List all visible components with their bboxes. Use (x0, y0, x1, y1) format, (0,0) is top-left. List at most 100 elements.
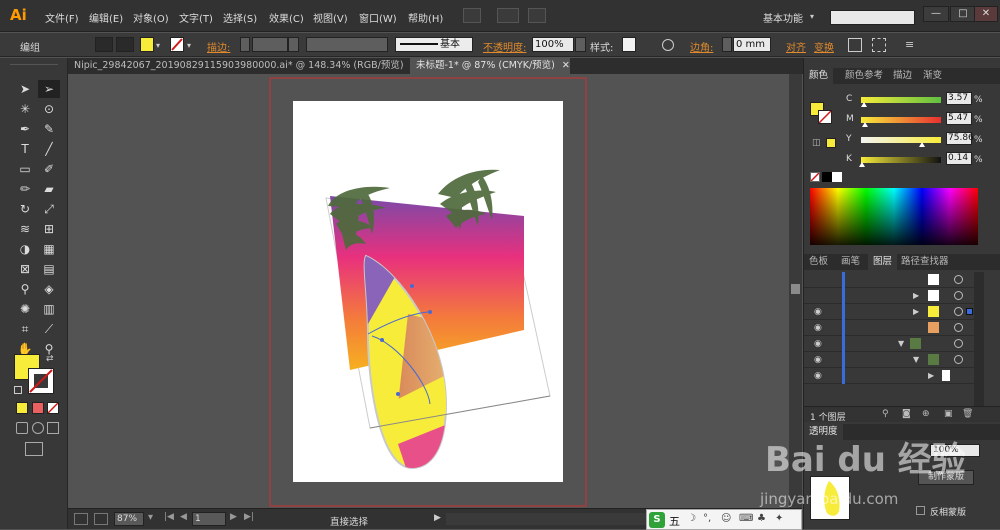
artboard-tool-icon[interactable]: ⌗ (14, 320, 36, 338)
magic-wand-icon[interactable]: ✳ (14, 100, 36, 118)
layer-row[interactable]: ◉ ▶ (804, 368, 984, 384)
panel-stroke-swatch[interactable] (818, 110, 832, 124)
lasso-icon[interactable]: ⊙ (38, 100, 60, 118)
gradient-tool-icon[interactable]: ▤ (38, 260, 60, 278)
emoji-icon[interactable]: ☺ (721, 513, 731, 524)
artboard-number-input[interactable]: 1 (192, 512, 226, 526)
free-transform-icon[interactable]: ⊞ (38, 220, 60, 238)
stroke-weight-input[interactable] (252, 37, 288, 52)
symbol-sprayer-icon[interactable]: ✺ (14, 300, 36, 318)
next-artboard-icon[interactable]: ▶ (230, 512, 237, 522)
layer-row[interactable] (804, 272, 984, 288)
curvature-tool-icon[interactable]: ✎ (38, 120, 60, 138)
line-tool-icon[interactable]: ╱ (38, 140, 60, 158)
menu-view[interactable]: 视图(V) (313, 10, 348, 25)
width-tool-icon[interactable]: ≋ (14, 220, 36, 238)
target-icon[interactable] (954, 323, 963, 332)
tab-color[interactable]: 颜色 (804, 68, 834, 84)
stroke-weight-dropdown[interactable] (288, 37, 299, 52)
black-swatch[interactable] (822, 172, 832, 182)
layer-row[interactable]: ◉ ▼ (804, 336, 984, 352)
layer-row[interactable]: ◉ (804, 320, 984, 336)
none-mode-icon[interactable] (47, 402, 59, 414)
draw-inside-icon[interactable] (47, 422, 59, 434)
blend-tool-icon[interactable]: ◈ (38, 280, 60, 298)
black-slider[interactable] (858, 157, 941, 167)
prev-artboard-icon[interactable]: ◀ (180, 512, 187, 522)
workspace-switcher[interactable]: 基本功能 (763, 10, 803, 25)
menu-type[interactable]: 文字(T) (179, 10, 213, 25)
slider-thumb[interactable] (862, 122, 868, 127)
share-icon[interactable] (94, 513, 108, 525)
sync-icon[interactable] (528, 8, 546, 23)
invert-mask-checkbox[interactable] (916, 506, 925, 515)
column-graph-icon[interactable]: ▥ (38, 300, 60, 318)
swap-fill-stroke-icon[interactable]: ⇄ (46, 354, 54, 364)
tab-pathfinder[interactable]: 路径查找器 (896, 254, 954, 270)
expand-arrow-icon[interactable]: ▶ (913, 291, 919, 300)
none-swatch[interactable] (810, 172, 820, 182)
layers-scrollbar[interactable] (974, 272, 984, 406)
stroke-label[interactable]: 描边: (207, 39, 230, 54)
expand-arrow-icon[interactable]: ▶ (913, 307, 919, 316)
fill-swatch[interactable] (140, 37, 154, 52)
opacity-dropdown[interactable] (575, 37, 586, 52)
bridge-icon[interactable] (463, 8, 481, 23)
gradient-mode-icon[interactable] (32, 402, 44, 414)
panel-menu-icon[interactable]: ≡ (905, 38, 919, 52)
cyan-input[interactable]: 3.57 (946, 92, 972, 105)
target-icon[interactable] (954, 355, 963, 364)
target-icon[interactable] (954, 339, 963, 348)
variable-width-profile[interactable] (306, 37, 388, 52)
locate-object-icon[interactable]: ⚲ (882, 409, 889, 419)
target-icon[interactable] (954, 307, 963, 316)
white-swatch[interactable] (832, 172, 842, 182)
layer-row[interactable]: ◉ ▶ (804, 304, 984, 320)
arrange-documents-icon[interactable] (497, 8, 519, 23)
rotate-tool-icon[interactable]: ↻ (14, 200, 36, 218)
visibility-eye-icon[interactable]: ◉ (814, 323, 822, 333)
tab-layers[interactable]: 图层 (868, 254, 898, 270)
close-button[interactable]: ✕ (974, 6, 998, 22)
menu-select[interactable]: 选择(S) (223, 10, 257, 25)
stroke-none-swatch[interactable] (170, 37, 184, 52)
ime-toolbar[interactable]: S 五 ☽ °, ☺ ⌨ ♣ ✦ (646, 509, 802, 530)
tab-nipic-document[interactable]: Nipic_29842067_20190829115903980000.ai* … (68, 58, 408, 74)
yellow-slider[interactable] (861, 137, 941, 147)
close-icon[interactable]: ✕ (562, 60, 570, 71)
magenta-input[interactable]: 5.47 (946, 112, 972, 125)
recolor-artwork-icon[interactable] (662, 39, 674, 51)
brush-definition-dropdown[interactable]: 基本 (395, 37, 473, 52)
color-spectrum[interactable] (810, 188, 978, 245)
target-icon[interactable] (954, 275, 963, 284)
isolate-mode-icon[interactable] (872, 38, 886, 52)
layer-row[interactable]: ◉ ▼ (804, 352, 984, 368)
slider-thumb[interactable] (858, 162, 865, 167)
visibility-eye-icon[interactable]: ◉ (814, 307, 822, 317)
menu-window[interactable]: 窗口(W) (359, 10, 397, 25)
draw-behind-icon[interactable] (32, 422, 44, 434)
chevron-down-icon[interactable]: ▾ (156, 41, 160, 50)
selection-tool-icon[interactable]: ➤ (14, 80, 36, 98)
corner-label[interactable]: 边角: (690, 39, 713, 54)
trash-icon[interactable]: 🗑 (962, 409, 973, 419)
tab-color-guide[interactable]: 颜色参考 (840, 68, 888, 84)
black-input[interactable]: 0.14 (946, 152, 972, 165)
align-link[interactable]: 对齐 (786, 39, 806, 54)
type-tool-icon[interactable]: T (14, 140, 36, 158)
new-layer-icon[interactable]: ▣ (944, 409, 953, 419)
yellow-input[interactable]: 75.86 (946, 132, 974, 145)
chevron-down-icon[interactable]: ▾ (810, 12, 814, 21)
stroke-weight-stepper[interactable] (240, 37, 250, 52)
tab-swatches[interactable]: 色板 (804, 254, 833, 270)
tab-gradient[interactable]: 渐变 (918, 68, 947, 84)
color-mode-icon[interactable] (16, 402, 28, 414)
stroke-color-swatch[interactable] (28, 368, 54, 394)
input-mode-label[interactable]: 五 (669, 513, 680, 529)
slider-thumb[interactable] (918, 142, 925, 147)
restore-button[interactable]: □ (950, 6, 976, 22)
screen-mode-icon[interactable] (25, 442, 43, 456)
transform-link[interactable]: 变换 (814, 39, 834, 54)
half-width-icon[interactable]: ☽ (687, 513, 696, 524)
default-colors-icon[interactable] (14, 386, 22, 394)
